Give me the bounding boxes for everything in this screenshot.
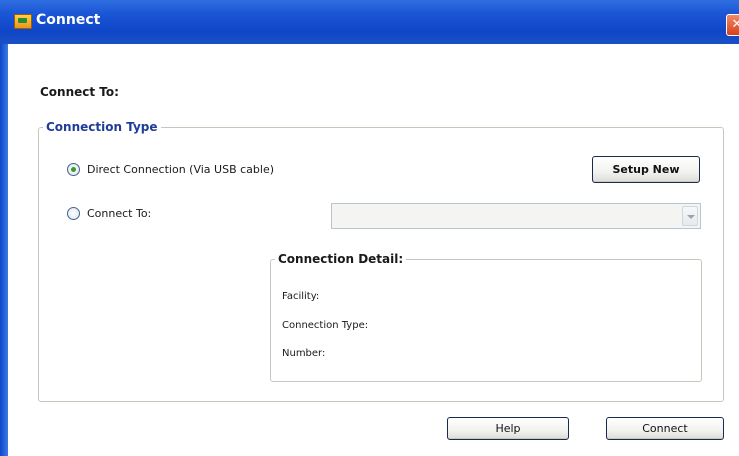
connect-button-label: Connect: [642, 422, 688, 435]
connect-to-dropdown[interactable]: [331, 203, 701, 229]
direct-connection-radio[interactable]: [67, 163, 80, 176]
connect-to-option-label: Connect To:: [87, 207, 152, 220]
title-bar[interactable]: Connect ✕: [0, 0, 739, 44]
window-title: Connect: [36, 12, 101, 28]
direct-connection-option[interactable]: Direct Connection (Via USB cable): [67, 163, 274, 176]
help-button-label: Help: [495, 422, 521, 435]
help-button[interactable]: Help: [447, 417, 569, 440]
connection-detail-group: Connection Detail:: [270, 252, 702, 382]
connect-to-heading: Connect To:: [40, 85, 119, 99]
setup-new-label: Setup New: [612, 163, 680, 176]
connect-app-icon: [14, 14, 32, 29]
number-label: Number:: [282, 348, 326, 359]
connect-button[interactable]: Connect: [606, 417, 724, 440]
direct-connection-label: Direct Connection (Via USB cable): [87, 163, 274, 176]
connection-type-detail-label: Connection Type:: [282, 320, 369, 331]
close-button[interactable]: ✕: [726, 14, 739, 36]
chevron-down-icon[interactable]: [682, 206, 698, 226]
facility-label: Facility:: [282, 291, 320, 302]
connection-detail-legend: Connection Detail:: [278, 252, 404, 266]
close-icon: ✕: [731, 17, 739, 32]
window-frame-edge: [0, 44, 8, 456]
connect-to-radio[interactable]: [67, 207, 80, 220]
connection-type-legend: Connection Type: [46, 120, 158, 134]
connect-to-option[interactable]: Connect To:: [67, 207, 151, 220]
setup-new-button[interactable]: Setup New: [592, 156, 700, 183]
